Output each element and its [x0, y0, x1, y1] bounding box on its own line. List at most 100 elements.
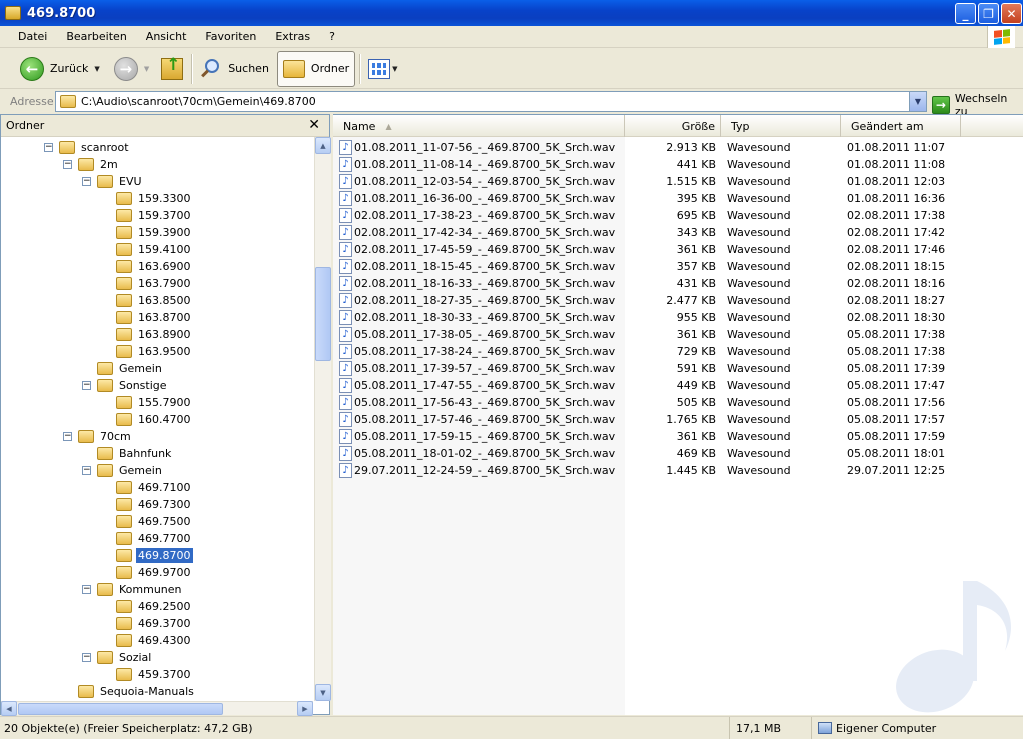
collapse-icon[interactable]: −: [63, 432, 72, 441]
tree-item[interactable]: Sequoia-Manuals: [78, 683, 196, 700]
minimize-button[interactable]: _: [955, 3, 976, 24]
search-button[interactable]: Suchen: [196, 52, 273, 86]
tree-item[interactable]: − 2m: [63, 156, 120, 173]
collapse-icon[interactable]: −: [82, 381, 91, 390]
file-row[interactable]: ♪ 29.07.2011_12-24-59_-_469.8700_5K_Srch.…: [333, 462, 1023, 479]
tree-item[interactable]: − Sonstige: [82, 377, 169, 394]
tree-item[interactable]: 160.4700: [116, 411, 193, 428]
tree-vertical-scrollbar[interactable]: ▲ ▼: [314, 137, 331, 701]
tree-item[interactable]: 163.6900: [116, 258, 193, 275]
file-row[interactable]: ♪ 01.08.2011_11-08-14_-_469.8700_5K_Srch.…: [333, 156, 1023, 173]
tree-horizontal-scrollbar[interactable]: ◀ ▶: [1, 701, 313, 716]
file-row[interactable]: ♪ 05.08.2011_18-01-02_-_469.8700_5K_Srch.…: [333, 445, 1023, 462]
menu-datei[interactable]: Datei: [8, 30, 56, 43]
tree-item[interactable]: 155.7900: [116, 394, 193, 411]
views-dropdown-icon[interactable]: ▼: [392, 65, 397, 73]
collapse-icon[interactable]: −: [82, 653, 91, 662]
tree-item[interactable]: 163.8700: [116, 309, 193, 326]
collapse-icon[interactable]: −: [82, 466, 91, 475]
file-row[interactable]: ♪ 02.08.2011_18-16-33_-_469.8700_5K_Srch.…: [333, 275, 1023, 292]
file-row[interactable]: ♪ 05.08.2011_17-59-15_-_469.8700_5K_Srch.…: [333, 428, 1023, 445]
file-name: 02.08.2011_17-42-34_-_469.8700_5K_Srch.w…: [354, 226, 616, 239]
collapse-icon[interactable]: −: [82, 585, 91, 594]
tree-item[interactable]: − scanroot: [44, 139, 131, 156]
tree-item[interactable]: 469.4300: [116, 632, 193, 649]
tree-item[interactable]: 459.3700: [116, 666, 193, 683]
tree-item[interactable]: 163.8900: [116, 326, 193, 343]
tree-item-label: 469.4300: [138, 634, 191, 647]
tree-item[interactable]: − 70cm: [63, 428, 133, 445]
column-header-size[interactable]: Größe: [625, 115, 721, 137]
tree-item[interactable]: 163.9500: [116, 343, 193, 360]
tree-item[interactable]: Gemein: [97, 360, 164, 377]
collapse-icon[interactable]: −: [44, 143, 53, 152]
scroll-thumb[interactable]: [18, 703, 223, 715]
tree-item[interactable]: − EVU: [82, 173, 144, 190]
menu-bearbeiten[interactable]: Bearbeiten: [56, 30, 135, 43]
collapse-icon[interactable]: −: [82, 177, 91, 186]
back-button[interactable]: ← Zurück ▼: [16, 52, 104, 86]
tree-item[interactable]: − Sozial: [82, 649, 153, 666]
file-row[interactable]: ♪ 05.08.2011_17-39-57_-_469.8700_5K_Srch.…: [333, 360, 1023, 377]
back-history-dropdown-icon[interactable]: ▼: [94, 65, 99, 73]
tree-item[interactable]: 469.2500: [116, 598, 193, 615]
file-row[interactable]: ♪ 05.08.2011_17-38-05_-_469.8700_5K_Srch.…: [333, 326, 1023, 343]
tree-item[interactable]: 159.3300: [116, 190, 193, 207]
file-row[interactable]: ♪ 02.08.2011_17-45-59_-_469.8700_5K_Srch.…: [333, 241, 1023, 258]
file-row[interactable]: ♪ 02.08.2011_18-27-35_-_469.8700_5K_Srch.…: [333, 292, 1023, 309]
scroll-down-icon[interactable]: ▼: [315, 684, 331, 701]
file-row[interactable]: ♪ 05.08.2011_17-47-55_-_469.8700_5K_Srch.…: [333, 377, 1023, 394]
file-row[interactable]: ♪ 01.08.2011_16-36-00_-_469.8700_5K_Srch.…: [333, 190, 1023, 207]
tree-item[interactable]: 469.8700: [116, 547, 193, 564]
maximize-button[interactable]: ❐: [978, 3, 999, 24]
forward-button[interactable]: → ▼: [110, 52, 153, 86]
menu-help[interactable]: ?: [319, 30, 344, 43]
folder-pane-header: Ordner ✕: [1, 115, 329, 137]
tree-item[interactable]: 469.3700: [116, 615, 193, 632]
menu-favoriten[interactable]: Favoriten: [195, 30, 265, 43]
scroll-right-icon[interactable]: ▶: [297, 701, 313, 716]
file-row[interactable]: ♪ 05.08.2011_17-57-46_-_469.8700_5K_Srch.…: [333, 411, 1023, 428]
tree-item[interactable]: 469.7100: [116, 479, 193, 496]
title-bar[interactable]: 469.8700 _ ❐ ✕: [0, 0, 1023, 26]
file-row[interactable]: ♪ 02.08.2011_17-42-34_-_469.8700_5K_Srch.…: [333, 224, 1023, 241]
tree-item[interactable]: − Gemein: [82, 462, 164, 479]
menu-ansicht[interactable]: Ansicht: [136, 30, 196, 43]
address-input[interactable]: C:\Audio\scanroot\70cm\Gemein\469.8700 ▼: [55, 91, 927, 112]
scroll-left-icon[interactable]: ◀: [1, 701, 17, 716]
address-dropdown-icon[interactable]: ▼: [909, 92, 926, 111]
forward-history-dropdown-icon[interactable]: ▼: [144, 65, 149, 73]
up-folder-button[interactable]: [157, 52, 187, 86]
tree-item[interactable]: 469.9700: [116, 564, 193, 581]
close-button[interactable]: ✕: [1001, 3, 1022, 24]
file-date: 05.08.2011 17:47: [847, 379, 946, 392]
tree-item[interactable]: − Kommunen: [82, 581, 184, 598]
file-row[interactable]: ♪ 02.08.2011_17-38-23_-_469.8700_5K_Srch.…: [333, 207, 1023, 224]
views-button[interactable]: ▼: [364, 52, 401, 86]
scroll-up-icon[interactable]: ▲: [315, 137, 331, 154]
file-row[interactable]: ♪ 02.08.2011_18-15-45_-_469.8700_5K_Srch.…: [333, 258, 1023, 275]
column-header-date[interactable]: Geändert am: [841, 115, 961, 137]
tree-item[interactable]: Bahnfunk: [97, 445, 173, 462]
column-header-name[interactable]: Name ▲: [333, 115, 625, 137]
tree-item[interactable]: 159.3700: [116, 207, 193, 224]
menu-extras[interactable]: Extras: [265, 30, 319, 43]
file-row[interactable]: ♪ 05.08.2011_17-56-43_-_469.8700_5K_Srch.…: [333, 394, 1023, 411]
scroll-thumb[interactable]: [315, 267, 331, 361]
tree-item[interactable]: 469.7500: [116, 513, 193, 530]
folder-icon: [116, 566, 132, 579]
tree-item[interactable]: 163.7900: [116, 275, 193, 292]
tree-item[interactable]: 159.3900: [116, 224, 193, 241]
folders-button[interactable]: Ordner: [276, 50, 356, 87]
file-row[interactable]: ♪ 02.08.2011_18-30-33_-_469.8700_5K_Srch.…: [333, 309, 1023, 326]
tree-item[interactable]: 163.8500: [116, 292, 193, 309]
close-pane-icon[interactable]: ✕: [308, 117, 320, 133]
column-header-type[interactable]: Typ: [721, 115, 841, 137]
file-row[interactable]: ♪ 05.08.2011_17-38-24_-_469.8700_5K_Srch.…: [333, 343, 1023, 360]
tree-item[interactable]: 469.7700: [116, 530, 193, 547]
file-row[interactable]: ♪ 01.08.2011_11-07-56_-_469.8700_5K_Srch.…: [333, 139, 1023, 156]
file-row[interactable]: ♪ 01.08.2011_12-03-54_-_469.8700_5K_Srch.…: [333, 173, 1023, 190]
tree-item[interactable]: 469.7300: [116, 496, 193, 513]
collapse-icon[interactable]: −: [63, 160, 72, 169]
tree-item[interactable]: 159.4100: [116, 241, 193, 258]
